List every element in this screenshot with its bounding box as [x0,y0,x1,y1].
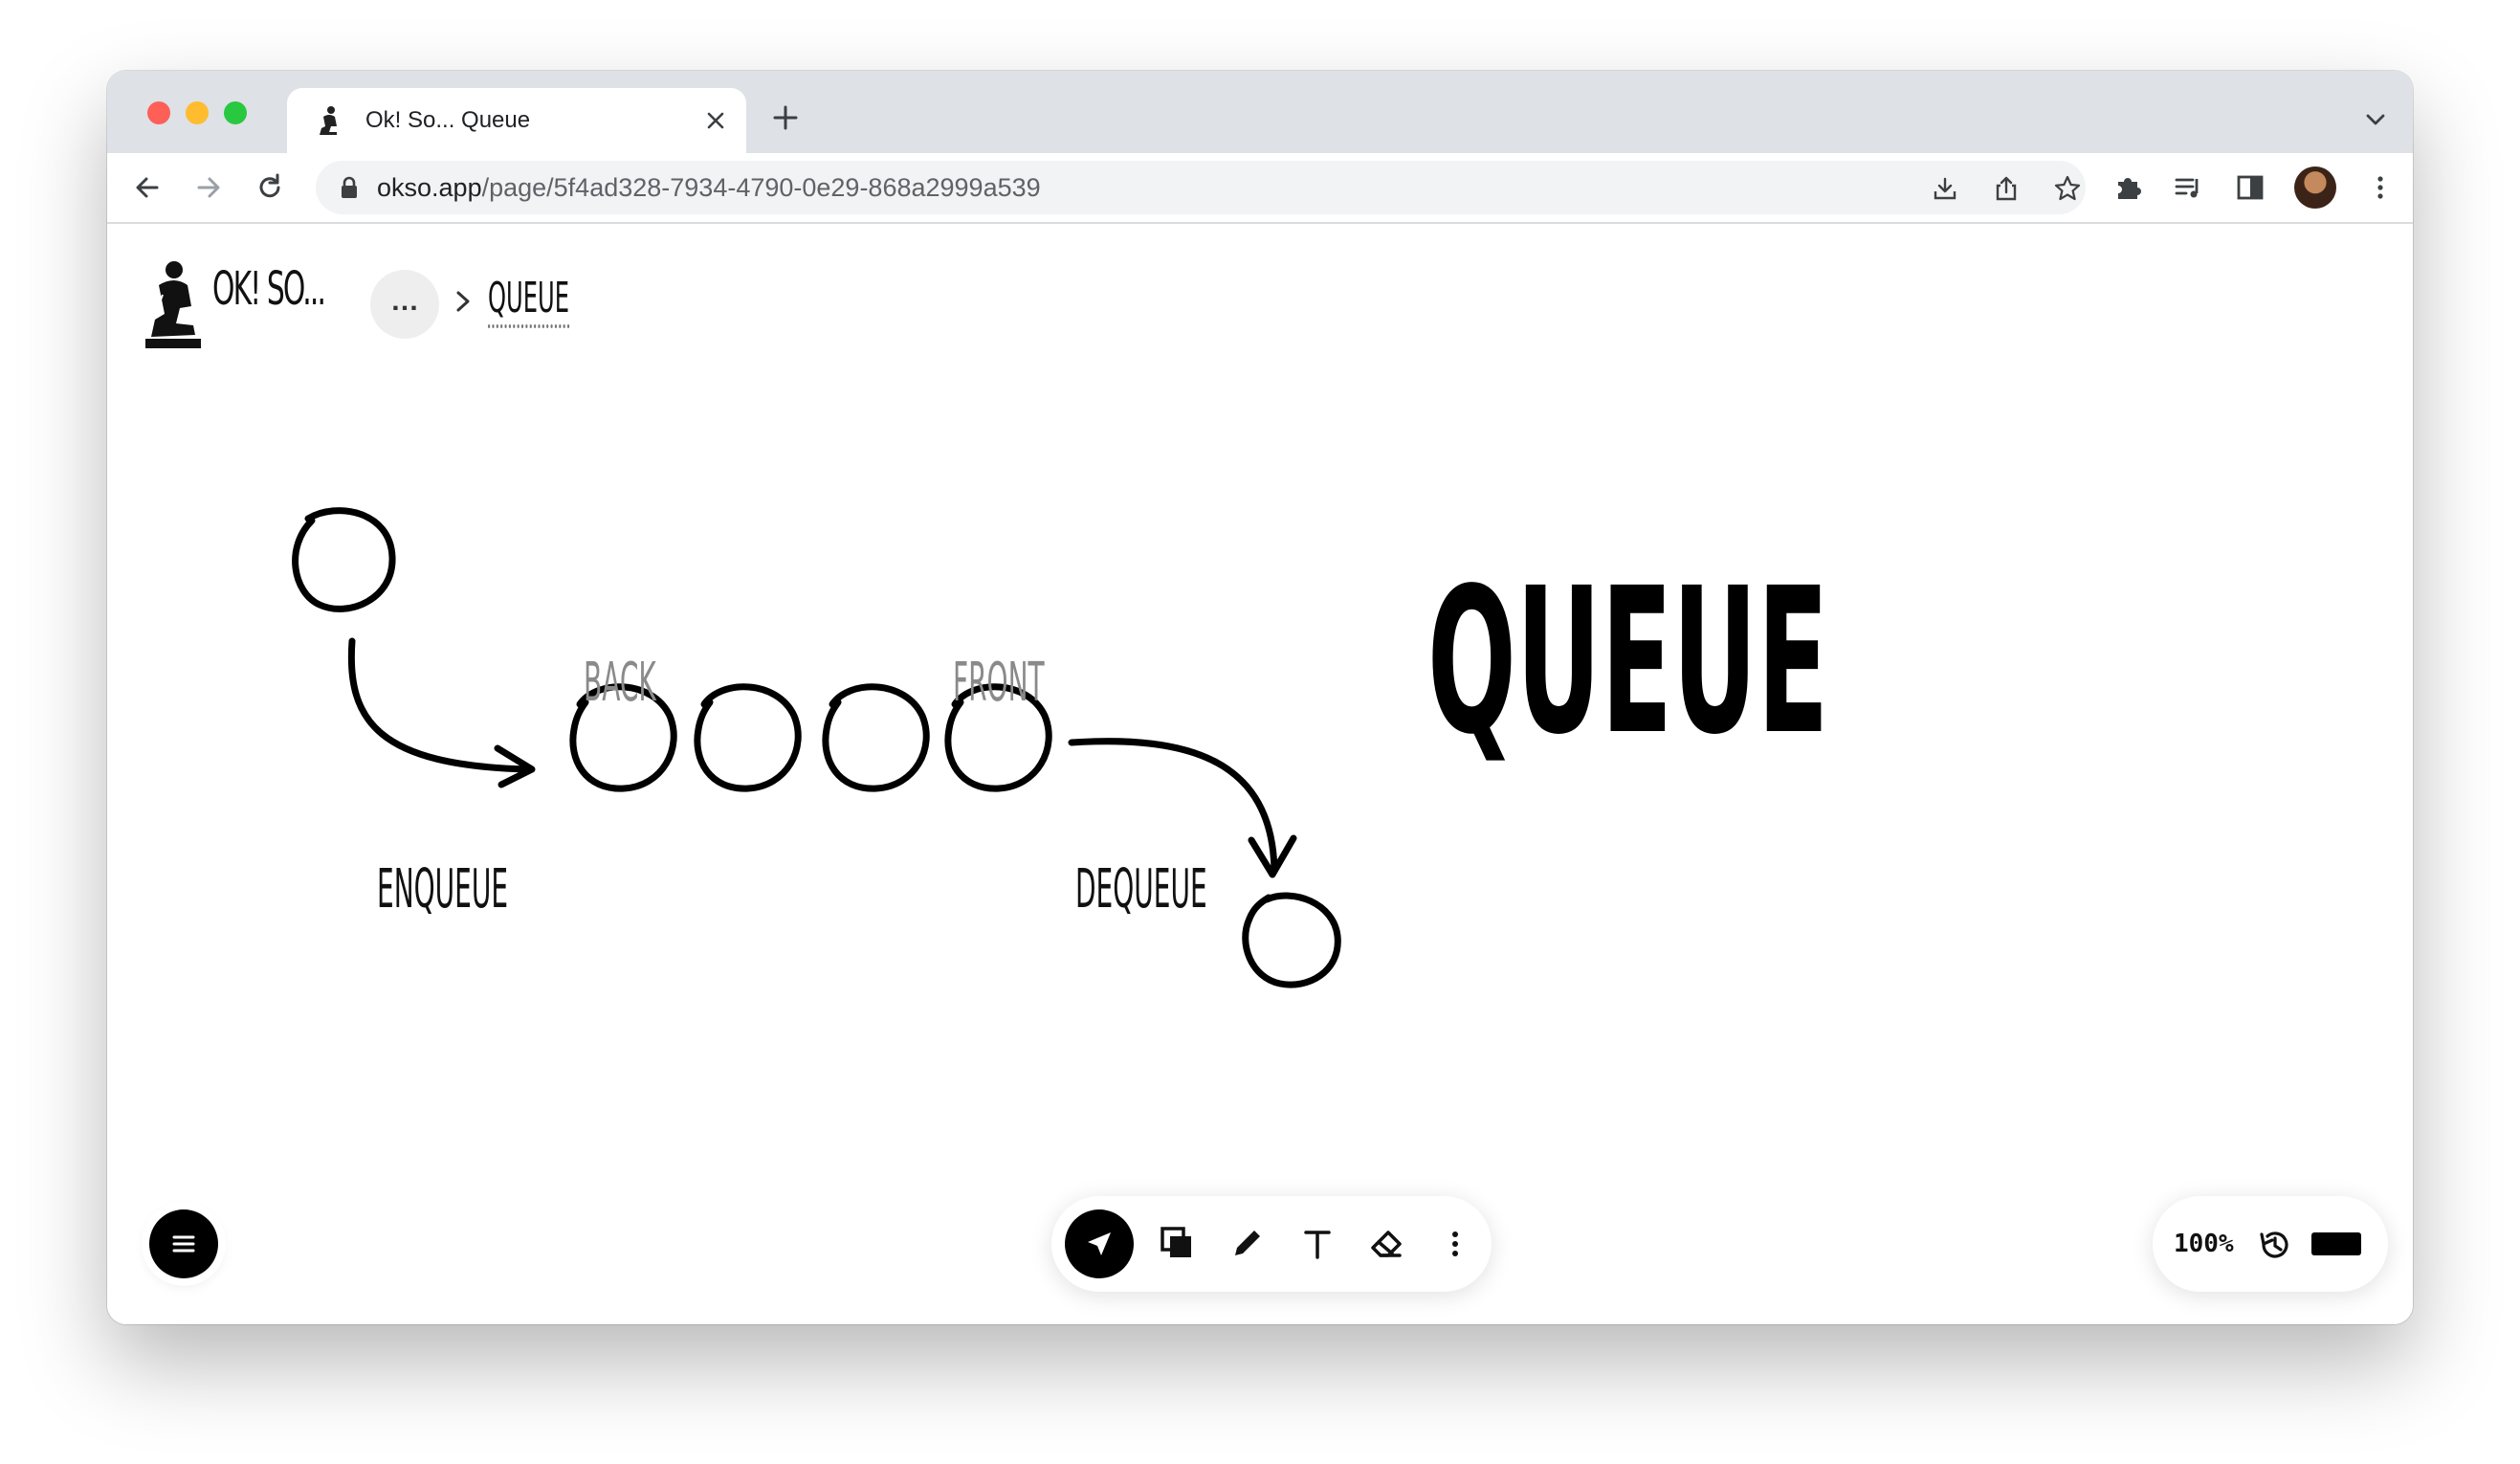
address-bar[interactable]: okso.app/page/5f4ad328-7934-4790-0e29-86… [316,161,2086,214]
browser-window: Ok! So... Queue okso.app/page/5f4ad328-7… [107,71,2413,1324]
thinker-logo-icon[interactable] [138,256,207,352]
chevron-right-icon [456,291,470,312]
label-back: BACK [584,652,656,714]
dequeue-node-circle [1242,892,1341,988]
canvas-status-panel: 100% [2153,1196,2388,1292]
share-icon[interactable] [1992,174,2021,203]
main-menu-button[interactable] [149,1209,218,1278]
queue-node-3 [822,683,930,792]
tab-strip: Ok! So... Queue [107,71,2413,153]
page-content: BACK FRONT ENQUEUE DEQUEUE QUEUE OK! SO.… [107,224,2413,1324]
history-icon[interactable] [2256,1227,2292,1263]
reload-icon[interactable] [253,170,287,205]
pen-tool-icon[interactable] [1220,1217,1273,1271]
shapes-tool-icon[interactable] [1151,1217,1205,1271]
browser-toolbar: okso.app/page/5f4ad328-7934-4790-0e29-86… [107,153,2413,224]
tab-search-chevron-icon[interactable] [2361,105,2390,134]
forward-arrow-icon[interactable] [191,170,226,205]
label-enqueue: ENQUEUE [377,858,508,921]
back-arrow-icon[interactable] [130,170,165,205]
app-brand[interactable]: OK! SO... [212,262,326,316]
breadcrumb-more-button[interactable]: … [370,270,439,339]
stroke-color-swatch[interactable] [2311,1232,2361,1255]
media-icon[interactable] [2172,170,2206,205]
select-tool-icon [1088,1232,1111,1255]
text-tool-icon[interactable] [1291,1217,1344,1271]
extensions-icon[interactable] [2111,170,2145,205]
menu-icon [172,1235,195,1253]
sidepanel-icon[interactable] [2233,170,2267,205]
close-window-button[interactable] [147,101,170,124]
thinker-favicon-icon [320,106,337,135]
minimize-window-button[interactable] [186,101,209,124]
enqueue-node-circle [292,507,396,612]
kebab-icon[interactable] [2363,170,2398,205]
more-tools-kebab-icon[interactable] [1428,1217,1482,1271]
dequeue-arrow [1068,738,1278,875]
url-text[interactable]: okso.app/page/5f4ad328-7934-4790-0e29-86… [377,161,1041,214]
drawing-canvas[interactable]: BACK FRONT ENQUEUE DEQUEUE QUEUE [107,224,2413,1324]
label-front: FRONT [953,652,1045,714]
maximize-window-button[interactable] [224,101,247,124]
tab-okso-queue[interactable]: Ok! So... Queue [287,88,746,153]
select-tool-button[interactable] [1065,1209,1134,1278]
new-tab-icon[interactable] [767,100,804,136]
drawing-title: QUEUE [1427,546,1828,779]
drawing-toolbar [1051,1196,1492,1292]
lock-icon[interactable] [339,176,360,199]
install-icon[interactable] [1931,174,1959,203]
breadcrumb-current-page[interactable]: QUEUE [488,274,570,328]
queue-node-2 [694,683,802,792]
tab-title: Ok! So... Queue [365,107,531,133]
label-dequeue: DEQUEUE [1075,858,1207,921]
star-icon[interactable] [2053,174,2082,203]
close-tab-icon[interactable] [698,103,733,138]
zoom-level[interactable]: 100% [2174,1196,2234,1292]
eraser-tool-icon[interactable] [1359,1217,1413,1271]
profile-avatar[interactable] [2294,166,2336,209]
